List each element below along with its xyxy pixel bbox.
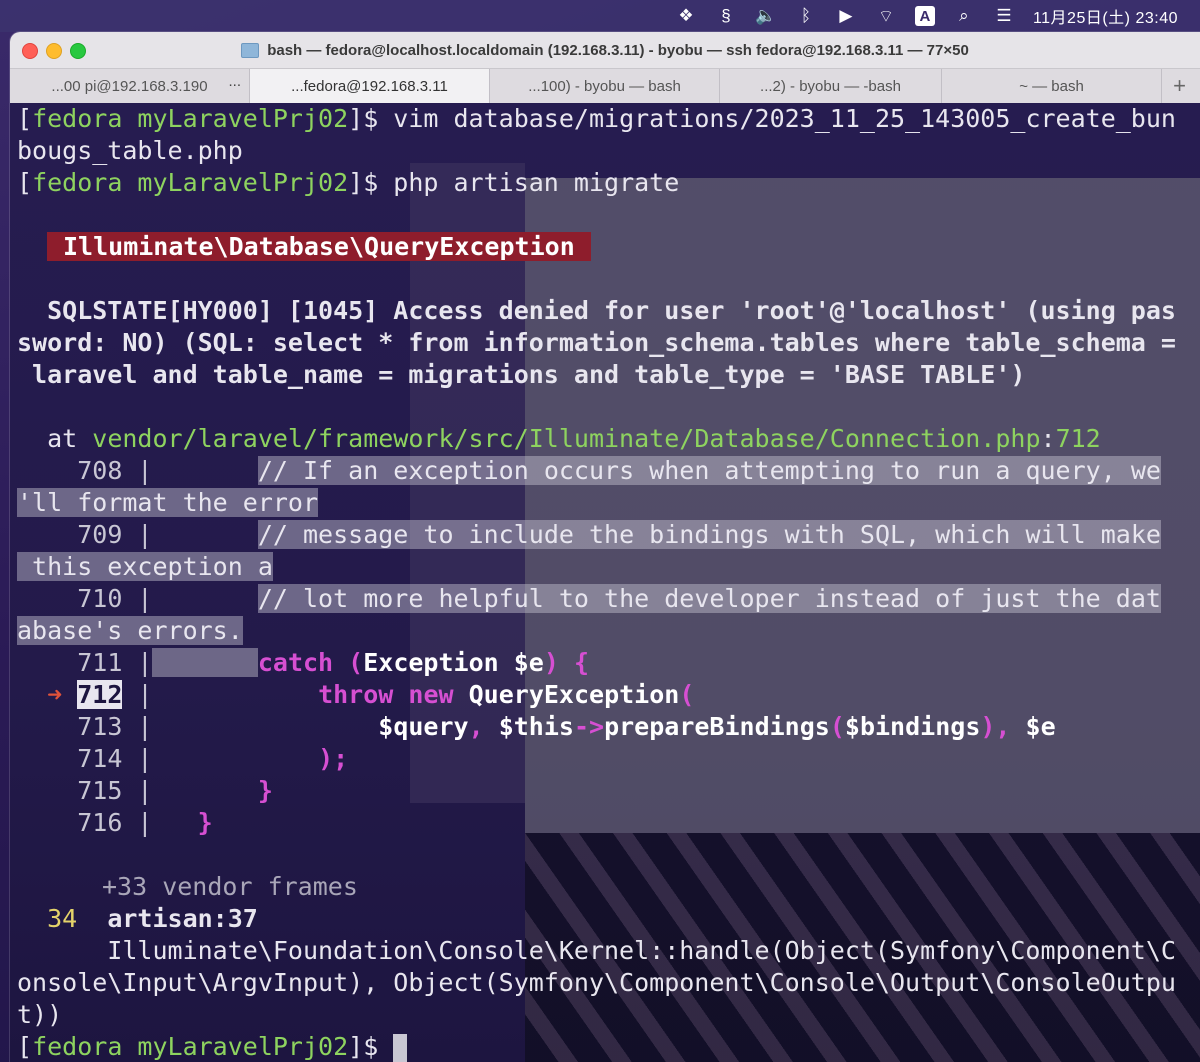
search-icon[interactable]: ⌕ bbox=[953, 5, 975, 27]
tab-label: ...00 pi@192.168.3.190 bbox=[51, 77, 208, 95]
minimize-button[interactable] bbox=[46, 43, 62, 59]
code-line-716: 716 | } bbox=[77, 808, 213, 837]
tab-label: ...100) - byobu — bash bbox=[528, 77, 681, 95]
pin-icon[interactable]: § bbox=[715, 5, 737, 27]
close-button[interactable] bbox=[22, 43, 38, 59]
code-line-714: 714 | ); bbox=[77, 744, 349, 773]
prompt-user: fedora myLaravelPrj02 bbox=[32, 168, 349, 197]
terminal-view[interactable]: [fedora myLaravelPrj02]$ vim database/mi… bbox=[10, 103, 1200, 1062]
control-center-icon[interactable]: ☰ bbox=[993, 5, 1015, 27]
window-controls bbox=[22, 43, 86, 59]
input-source-icon[interactable]: A bbox=[914, 6, 935, 26]
bluetooth-icon[interactable]: ᛒ bbox=[795, 5, 817, 27]
tab-label: ...2) - byobu — -bash bbox=[760, 77, 901, 95]
menu-bar: ❖ § 🔈 ᛒ ▶ ⌔ A ⌕ ☰ 11月25日(土) 23:40 bbox=[0, 0, 1200, 32]
tab-label: ~ — bash bbox=[1019, 77, 1084, 95]
tab-bar: ...00 pi@192.168.3.190 ... ...fedora@192… bbox=[10, 69, 1200, 104]
tab-3[interactable]: ...100) - byobu — bash bbox=[490, 69, 720, 103]
vendor-frames-note: +33 vendor frames bbox=[102, 872, 358, 901]
menu-clock[interactable]: 11月25日(土) 23:40 bbox=[1033, 4, 1178, 28]
frame-number: 34 bbox=[47, 904, 78, 933]
window-title-group: bash — fedora@localhost.localdomain (192… bbox=[241, 42, 969, 59]
code-line-708: 708 | // If an exception occurs when att… bbox=[77, 456, 1161, 485]
code-line-709-wrap: this exception a bbox=[17, 552, 273, 581]
code-line-712-current: ➜ 712 | throw new QueryException( bbox=[47, 680, 695, 709]
stack-frame-call: t)) bbox=[17, 1000, 63, 1029]
tab-overflow-icon[interactable]: ... bbox=[228, 73, 241, 90]
code-line-711: 711 | catch (Exception $e) { bbox=[77, 648, 589, 677]
tab-4[interactable]: ...2) - byobu — -bash bbox=[720, 69, 942, 103]
title-bar: bash — fedora@localhost.localdomain (192… bbox=[10, 32, 1200, 69]
terminal-line: [fedora myLaravelPrj02]$ vim database/mi… bbox=[17, 104, 1176, 133]
tab-2[interactable]: ...fedora@192.168.3.11 bbox=[250, 69, 490, 103]
tab-1[interactable]: ...00 pi@192.168.3.190 ... bbox=[10, 69, 250, 103]
error-message: SQLSTATE[HY000] [1045] Access denied for… bbox=[17, 296, 1176, 325]
dropbox-icon[interactable]: ❖ bbox=[675, 5, 697, 27]
window-title: bash — fedora@localhost.localdomain (192… bbox=[267, 41, 969, 59]
exception-line-number: 712 bbox=[1055, 424, 1101, 453]
wifi-icon[interactable]: ⌔ bbox=[875, 5, 897, 27]
exception-location: at vendor/laravel/framework/src/Illumina… bbox=[17, 424, 1101, 453]
code-line-708-wrap: 'll format the error bbox=[17, 488, 319, 517]
exception-file-path: vendor/laravel/framework/src/Illuminate/… bbox=[92, 424, 1041, 453]
command-text: vim database/migrations/2023_11_25_14300… bbox=[393, 104, 1176, 133]
code-line-710: 710 | // lot more helpful to the develop… bbox=[77, 584, 1161, 613]
text-cursor bbox=[393, 1034, 408, 1062]
exception-badge: Illuminate\Database\QueryException bbox=[47, 231, 591, 263]
code-line-713: 713 | $query, $this->prepareBindings($bi… bbox=[77, 712, 1056, 741]
stack-frame-call: Illuminate\Foundation\Console\Kernel::ha… bbox=[17, 936, 1176, 965]
zoom-button[interactable] bbox=[70, 43, 86, 59]
stack-frame-call: onsole\Input\ArgvInput), Object(Symfony\… bbox=[17, 968, 1176, 997]
error-message: sword: NO) (SQL: select * from informati… bbox=[17, 328, 1176, 357]
error-message: laravel and table_name = migrations and … bbox=[17, 360, 1026, 389]
prompt-user: fedora myLaravelPrj02 bbox=[32, 1032, 349, 1061]
tab-5[interactable]: ~ — bash bbox=[942, 69, 1162, 103]
new-tab-button[interactable]: + bbox=[1162, 69, 1200, 103]
tab-label: ...fedora@192.168.3.11 bbox=[291, 77, 448, 95]
play-icon[interactable]: ▶ bbox=[835, 5, 857, 27]
code-line-709: 709 | // message to include the bindings… bbox=[77, 520, 1161, 549]
current-line-marker: ➜ bbox=[47, 680, 63, 709]
frame-file: artisan:37 bbox=[107, 904, 258, 933]
terminal-line: bougs_table.php bbox=[17, 136, 243, 165]
terminal-prompt-line[interactable]: [fedora myLaravelPrj02]$ bbox=[17, 1031, 408, 1062]
terminal-window: bash — fedora@localhost.localdomain (192… bbox=[10, 32, 1200, 1062]
volume-icon[interactable]: 🔈 bbox=[755, 5, 777, 27]
folder-icon bbox=[241, 42, 260, 58]
command-text: php artisan migrate bbox=[393, 168, 680, 197]
prompt-user: fedora myLaravelPrj02 bbox=[32, 104, 349, 133]
code-line-710-wrap: abase's errors. bbox=[17, 616, 243, 645]
stack-frame: 34 artisan:37 bbox=[17, 903, 258, 935]
code-line-715: 715 | } bbox=[77, 776, 273, 805]
terminal-line: [fedora myLaravelPrj02]$ php artisan mig… bbox=[17, 168, 680, 197]
